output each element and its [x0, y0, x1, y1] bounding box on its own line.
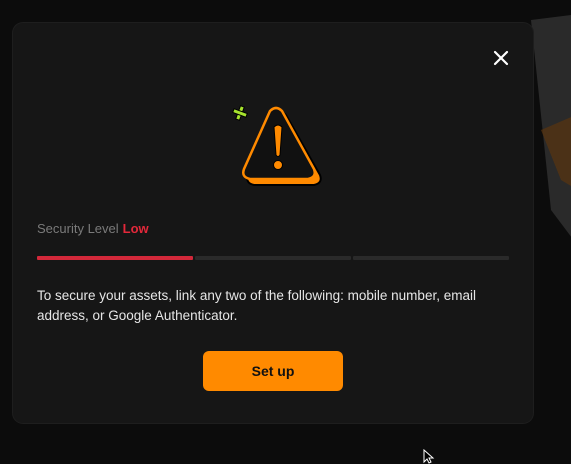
setup-button[interactable]: Set up — [203, 351, 343, 391]
sparkle-icon — [232, 105, 248, 121]
security-level-value: Low — [122, 221, 149, 236]
progress-segment — [195, 256, 351, 260]
security-level-row: Security Level Low — [37, 221, 149, 236]
mouse-cursor-icon — [423, 449, 435, 464]
security-setup-modal: Security Level Low To secure your assets,… — [13, 23, 533, 423]
security-description: To secure your assets, link any two of t… — [37, 288, 476, 323]
security-level-progress — [37, 256, 509, 260]
progress-segment — [353, 256, 509, 260]
security-level-label: Security Level — [37, 221, 119, 236]
close-icon[interactable] — [491, 48, 511, 68]
progress-segment — [37, 256, 193, 260]
warning-triangle-icon — [232, 105, 322, 186]
